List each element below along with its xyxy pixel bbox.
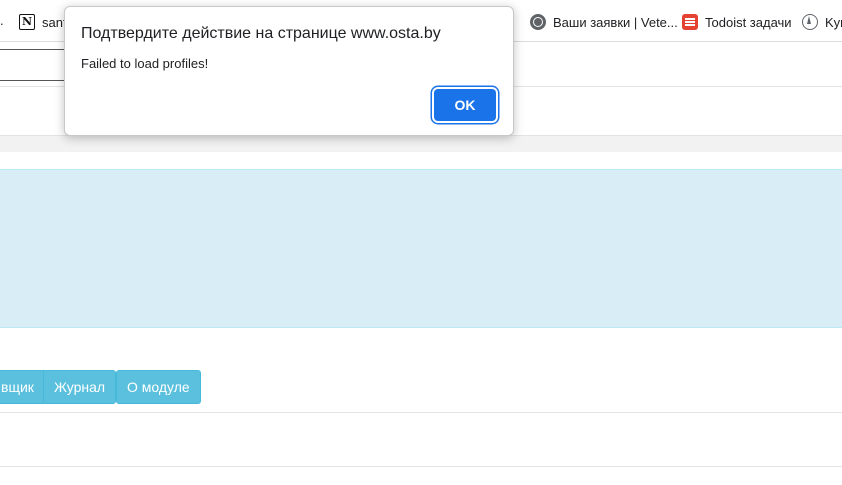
confirm-dialog: Подтвердите действие на странице www.ost… bbox=[64, 6, 514, 136]
notion-icon: N bbox=[19, 14, 35, 30]
dialog-message: Failed to load profiles! bbox=[81, 56, 209, 71]
bookmark-label: sant bbox=[42, 14, 67, 30]
bookmark-label: Ваши заявки | Vete... bbox=[553, 14, 678, 30]
ok-button[interactable]: OK bbox=[434, 89, 496, 121]
toolbar-button-partial[interactable]: вщик bbox=[0, 370, 47, 404]
bookmark-kyr[interactable]: Kyr bbox=[802, 14, 842, 30]
bookmark-vete[interactable]: Ваши заявки | Vete... bbox=[530, 14, 678, 30]
info-panel bbox=[0, 169, 842, 328]
compass-icon bbox=[802, 14, 818, 30]
bookmark-label: Todoist задачи bbox=[705, 14, 792, 30]
page-input[interactable] bbox=[0, 49, 66, 81]
divider bbox=[0, 412, 842, 413]
page-band bbox=[0, 136, 842, 152]
todoist-icon bbox=[682, 14, 698, 30]
globe-icon bbox=[530, 14, 546, 30]
bookmark-notion[interactable]: N sant bbox=[19, 14, 67, 30]
dialog-title: Подтвердите действие на странице www.ost… bbox=[81, 25, 441, 42]
bookmark-todoist[interactable]: Todoist задачи bbox=[682, 14, 792, 30]
divider bbox=[0, 466, 842, 467]
about-module-button[interactable]: О модуле bbox=[116, 370, 201, 404]
bookmark-partial[interactable]: . bbox=[0, 13, 4, 28]
journal-button[interactable]: Журнал bbox=[43, 370, 117, 404]
bookmark-label: Kyr bbox=[825, 14, 842, 30]
